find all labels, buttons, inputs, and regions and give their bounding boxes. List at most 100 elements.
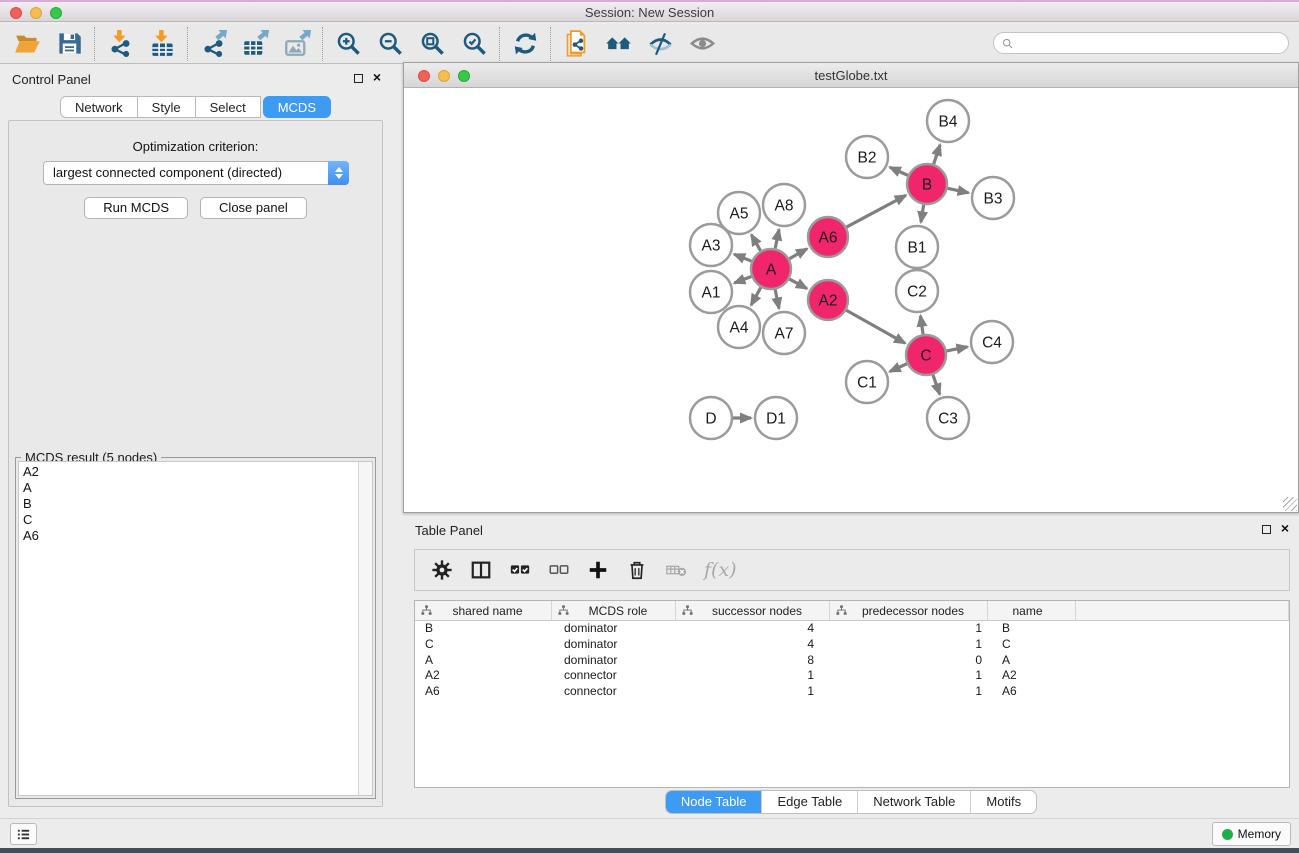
export-image-button[interactable] bbox=[276, 27, 318, 61]
task-history-button[interactable] bbox=[10, 823, 37, 845]
table-cell[interactable]: C bbox=[988, 637, 1076, 653]
mcds-result-list[interactable]: A2ABCA6 bbox=[18, 461, 373, 796]
table-row[interactable]: A6connector11A6 bbox=[415, 684, 1289, 700]
table-cell[interactable]: 4 bbox=[676, 637, 830, 653]
column-header-name[interactable]: name bbox=[988, 601, 1076, 620]
result-item[interactable]: A bbox=[23, 480, 372, 496]
graph-edge-C-C1[interactable] bbox=[890, 364, 907, 372]
split-panel-button[interactable] bbox=[470, 559, 492, 581]
result-item[interactable]: A2 bbox=[23, 464, 372, 480]
table-row[interactable]: Bdominator41B bbox=[415, 621, 1289, 637]
graph-edge-A-A8[interactable] bbox=[775, 229, 779, 248]
float-panel-icon[interactable] bbox=[354, 74, 363, 83]
graph-edge-A2-C[interactable] bbox=[846, 310, 905, 343]
graph-edge-B-B4[interactable] bbox=[934, 145, 940, 164]
graph-edge-A-A1[interactable] bbox=[734, 277, 751, 284]
table-close-icon[interactable]: × bbox=[1281, 520, 1289, 536]
graph-edge-B-B3[interactable] bbox=[948, 188, 969, 192]
table-cell[interactable]: B bbox=[988, 621, 1076, 637]
table-row[interactable]: Adominator80A bbox=[415, 653, 1289, 669]
result-list-scrollbar[interactable] bbox=[358, 462, 372, 795]
tab-network-table[interactable]: Network Table bbox=[857, 791, 970, 813]
select-all-button[interactable] bbox=[509, 559, 531, 581]
open-file-button[interactable] bbox=[6, 27, 48, 61]
graph-edge-A6-B[interactable] bbox=[847, 195, 906, 227]
export-network-button[interactable] bbox=[192, 27, 234, 61]
graph-edge-A-A6[interactable] bbox=[789, 249, 807, 259]
table-cell[interactable]: dominator bbox=[552, 621, 676, 637]
graph-edge-A-A5[interactable] bbox=[751, 235, 760, 251]
refresh-layout-button[interactable] bbox=[504, 27, 546, 61]
table-cell[interactable]: 1 bbox=[830, 668, 988, 684]
tab-mcds[interactable]: MCDS bbox=[263, 96, 331, 118]
network-from-file-button[interactable] bbox=[555, 27, 597, 61]
zoom-fit-button[interactable] bbox=[411, 27, 453, 61]
table-cell[interactable]: A bbox=[988, 653, 1076, 669]
result-item[interactable]: C bbox=[23, 512, 372, 528]
graph-edge-B-B1[interactable] bbox=[921, 205, 924, 223]
graph-edge-A-A4[interactable] bbox=[751, 287, 761, 305]
graph-edge-A-A3[interactable] bbox=[734, 254, 751, 261]
criterion-select[interactable]: largest connected component (directed) bbox=[43, 161, 349, 185]
tab-select[interactable]: Select bbox=[196, 96, 261, 118]
memory-button[interactable]: Memory bbox=[1212, 822, 1291, 846]
table-cell[interactable]: 1 bbox=[676, 668, 830, 684]
close-panel-icon[interactable]: × bbox=[373, 69, 381, 85]
import-table-button[interactable] bbox=[141, 27, 183, 61]
graph-edge-B-B2[interactable] bbox=[890, 167, 908, 175]
table-cell[interactable]: C bbox=[415, 637, 552, 653]
column-header-shared-name[interactable]: shared name bbox=[415, 601, 552, 620]
table-cell[interactable]: connector bbox=[552, 684, 676, 700]
table-cell[interactable]: dominator bbox=[552, 653, 676, 669]
table-cell[interactable]: 1 bbox=[830, 684, 988, 700]
table-cell[interactable]: B bbox=[415, 621, 552, 637]
table-cell[interactable]: 8 bbox=[676, 653, 830, 669]
delete-entry-button[interactable] bbox=[626, 559, 648, 581]
zoom-selected-button[interactable] bbox=[453, 27, 495, 61]
table-cell[interactable]: 1 bbox=[830, 621, 988, 637]
close-panel-button[interactable]: Close panel bbox=[200, 197, 307, 219]
table-cell[interactable]: 4 bbox=[676, 621, 830, 637]
table-cell[interactable]: connector bbox=[552, 668, 676, 684]
zoom-in-button[interactable] bbox=[327, 27, 369, 61]
column-header-successor-nodes[interactable]: successor nodes bbox=[676, 601, 830, 620]
graph-edge-C-C2[interactable] bbox=[920, 316, 923, 334]
tab-node-table[interactable]: Node Table bbox=[666, 791, 762, 813]
network-graph[interactable]: B4B2BB3A8A5A6A3B1AC2A1A2A4A7C4CC1C3DD1 bbox=[404, 88, 1298, 512]
table-row[interactable]: Cdominator41C bbox=[415, 637, 1289, 653]
tab-network[interactable]: Network bbox=[60, 96, 138, 118]
graph-edge-C-C4[interactable] bbox=[947, 347, 968, 351]
table-cell[interactable]: 0 bbox=[830, 653, 988, 669]
graph-edge-A-A2[interactable] bbox=[789, 279, 806, 289]
resize-grip[interactable] bbox=[1283, 497, 1297, 511]
graph-edge-A-A7[interactable] bbox=[775, 290, 779, 309]
table-cell[interactable]: 1 bbox=[676, 684, 830, 700]
network-canvas[interactable]: B4B2BB3A8A5A6A3B1AC2A1A2A4A7C4CC1C3DD1 bbox=[404, 88, 1298, 512]
save-session-button[interactable] bbox=[48, 27, 90, 61]
function-builder-button[interactable]: f(x) bbox=[704, 559, 737, 581]
table-cell[interactable]: A6 bbox=[415, 684, 552, 700]
table-cell[interactable]: A2 bbox=[415, 668, 552, 684]
table-cell[interactable]: A bbox=[415, 653, 552, 669]
zoom-out-button[interactable] bbox=[369, 27, 411, 61]
result-item[interactable]: B bbox=[23, 496, 372, 512]
add-entry-button[interactable] bbox=[587, 559, 609, 581]
table-cell[interactable]: dominator bbox=[552, 637, 676, 653]
network-window-titlebar[interactable]: testGlobe.txt bbox=[404, 63, 1298, 88]
column-header-predecessor-nodes[interactable]: predecessor nodes bbox=[830, 601, 988, 620]
home-view-button[interactable] bbox=[597, 27, 639, 61]
tab-edge-table[interactable]: Edge Table bbox=[761, 791, 857, 813]
run-mcds-button[interactable]: Run MCDS bbox=[84, 197, 188, 219]
graph-edge-C-C3[interactable] bbox=[933, 375, 940, 395]
table-row[interactable]: A2connector11A2 bbox=[415, 668, 1289, 684]
search-input[interactable] bbox=[1018, 34, 1288, 52]
export-table-button[interactable] bbox=[234, 27, 276, 61]
table-cell[interactable]: 1 bbox=[830, 637, 988, 653]
delete-column-button[interactable] bbox=[665, 559, 687, 581]
show-eye-button[interactable] bbox=[681, 27, 723, 61]
tab-motifs[interactable]: Motifs bbox=[970, 791, 1036, 813]
table-settings-button[interactable] bbox=[431, 559, 453, 581]
table-cell[interactable]: A6 bbox=[988, 684, 1076, 700]
table-float-icon[interactable] bbox=[1262, 525, 1271, 534]
result-item[interactable]: A6 bbox=[23, 528, 372, 544]
